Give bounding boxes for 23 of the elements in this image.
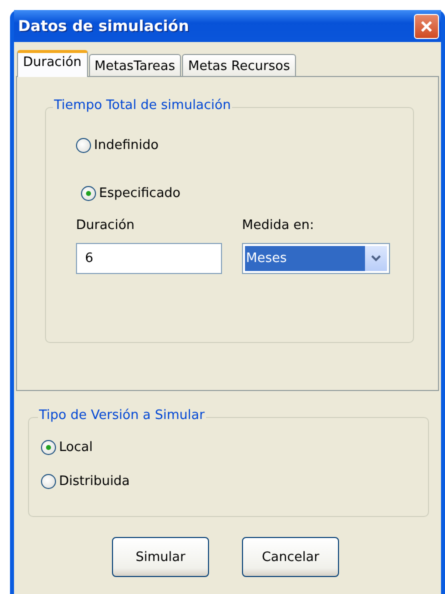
duration-field[interactable]: 6	[76, 243, 222, 274]
radio-label: Local	[59, 440, 93, 454]
duration-label: Duración	[76, 218, 136, 233]
radio-label: Distribuida	[59, 474, 130, 488]
radio-button[interactable]	[41, 440, 56, 454]
measure-label: Medida en:	[242, 218, 316, 233]
radio-label: Especificado	[99, 186, 181, 200]
group-title: Tipo de Versión a Simular	[38, 408, 206, 423]
radio-button[interactable]	[81, 186, 96, 200]
dialog-button[interactable]: Cancelar	[242, 537, 339, 577]
close-button[interactable]	[414, 14, 439, 38]
measure-dropdown[interactable]: Meses	[242, 243, 390, 274]
tab[interactable]: MetasTareas	[88, 54, 182, 76]
tab[interactable]: Duración	[17, 50, 88, 77]
radio-label: Indefinido	[94, 138, 159, 152]
group-title: Tiempo Total de simulación	[53, 98, 232, 113]
radio-button[interactable]	[41, 474, 56, 488]
window-title: Datos de simulación	[18, 17, 189, 35]
close-icon	[420, 20, 433, 32]
radio-button[interactable]	[76, 138, 91, 152]
dialog-button[interactable]: Simular	[112, 537, 209, 577]
tab[interactable]: Metas Recursos	[182, 54, 296, 76]
caret-icon	[371, 255, 381, 262]
